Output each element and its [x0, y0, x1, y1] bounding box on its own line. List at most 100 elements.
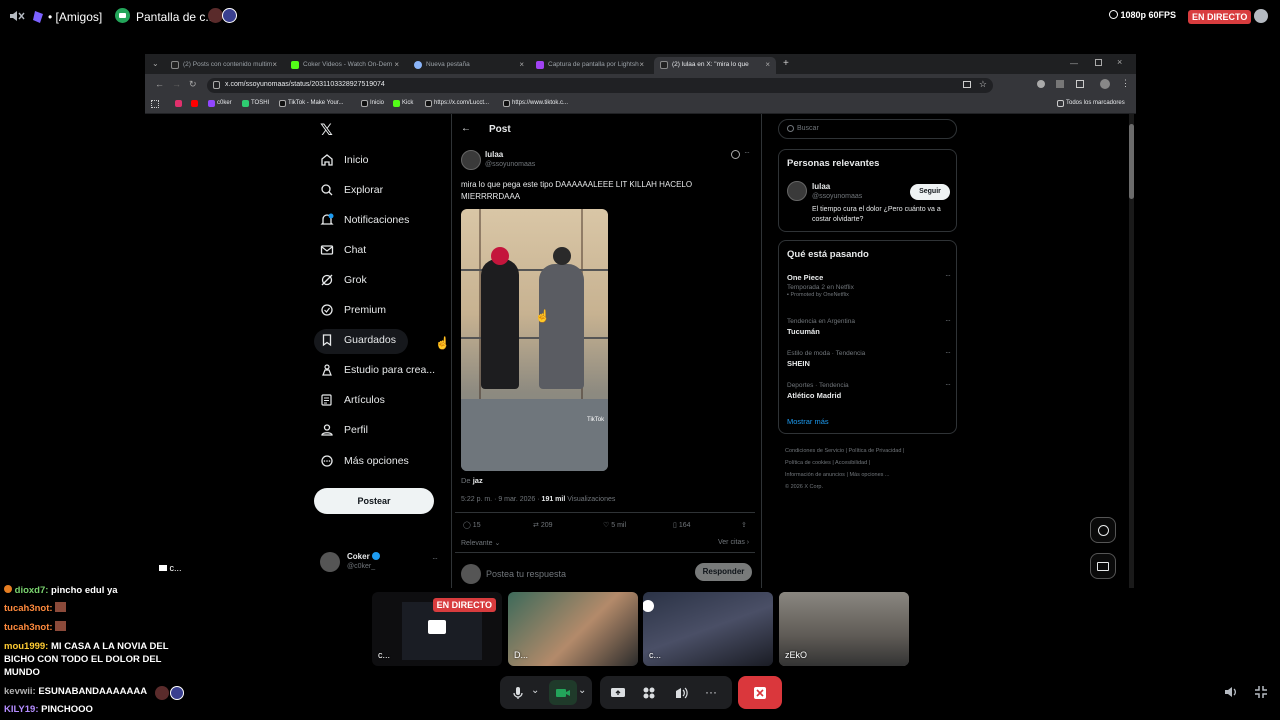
more-icon[interactable]: ···	[945, 271, 951, 280]
search-input[interactable]: Buscar	[778, 119, 957, 139]
close-window-icon[interactable]: ×	[1117, 57, 1122, 67]
like-button[interactable]: ♡ 5 mil	[603, 521, 626, 529]
profile-avatar[interactable]	[1100, 79, 1110, 89]
nav-explore[interactable]: Explorar	[320, 183, 383, 197]
bookmark-item[interactable]: https://www.tiktok.c...	[503, 100, 568, 107]
scrollbar-thumb[interactable]	[1129, 124, 1134, 199]
extension-icon[interactable]	[1037, 80, 1045, 88]
footer-link[interactable]: Política de Privacidad	[849, 448, 902, 454]
scrollbar[interactable]	[1129, 114, 1134, 588]
activities-icon[interactable]	[641, 685, 657, 701]
nav-notifications[interactable]: Notificaciones	[320, 213, 409, 227]
bookmark-item[interactable]: https://x.com/Lucct...	[425, 100, 489, 107]
url-input[interactable]: x.com/ssoyunomaas/status/203110332892751…	[207, 78, 993, 93]
relevant-handle[interactable]: @ssoyunomaas	[812, 193, 862, 200]
channel-name[interactable]: • [Amigos]	[48, 10, 102, 24]
footer-link[interactable]: Accesibilidad	[835, 460, 867, 466]
reply-submit-button[interactable]: Responder	[695, 563, 752, 581]
sort-dropdown[interactable]: Relevante ⌄	[461, 539, 500, 547]
participant-tile[interactable]: ⌄ c...	[643, 592, 773, 666]
reload-icon[interactable]: ↻	[189, 79, 197, 90]
bookmark-item[interactable]: c0ker	[208, 100, 232, 107]
grok-icon[interactable]	[731, 150, 740, 159]
tab-search-icon[interactable]: ⌄	[152, 59, 159, 68]
back-icon[interactable]: ←	[155, 79, 164, 89]
more-icon[interactable]: ···	[744, 148, 750, 157]
participant-tile[interactable]: zEkO	[779, 592, 909, 666]
trend-item[interactable]: Tendencia en Argentina Tucumán ···	[787, 316, 951, 336]
retweet-button[interactable]: ⇄ 209	[533, 521, 553, 529]
close-icon[interactable]: ×	[639, 60, 644, 69]
post-button[interactable]: Postear	[314, 488, 434, 514]
avatar[interactable]	[461, 150, 481, 170]
minimize-icon[interactable]: —	[1070, 59, 1078, 68]
close-icon[interactable]: ×	[765, 60, 770, 69]
relevant-name[interactable]: lulaa	[812, 182, 830, 191]
exit-fullscreen-icon[interactable]	[1254, 685, 1268, 704]
tweet-handle[interactable]: @ssoyunomaas	[485, 161, 535, 168]
more-options-icon[interactable]: ···	[705, 685, 721, 701]
close-icon[interactable]: ×	[519, 60, 524, 69]
trend-item[interactable]: One Piece Temporada 2 en Netflix ▪ Promo…	[787, 271, 951, 298]
chat-bubble-icon[interactable]	[1254, 9, 1268, 23]
camera-button[interactable]	[549, 680, 577, 705]
messages-float-button[interactable]	[1090, 553, 1116, 579]
disconnect-button[interactable]	[738, 676, 782, 709]
stream-title[interactable]: Pantalla de c...	[136, 10, 215, 24]
participant-tile-stream[interactable]: EN DIRECTO c...	[372, 592, 502, 666]
participant-tile[interactable]: D...	[508, 592, 638, 666]
star-icon[interactable]: ☆	[979, 79, 987, 90]
more-icon[interactable]: ···	[945, 380, 951, 389]
browser-tab[interactable]: Coker Videos - Watch On-Dem ×	[285, 57, 405, 74]
browser-tab[interactable]: Captura de pantalla por Lightsh ×	[530, 57, 650, 74]
trend-item[interactable]: Deportes · Tendencia Atlético Madrid ···	[787, 380, 951, 400]
tweet-video[interactable]: TikTok	[461, 209, 608, 471]
close-icon[interactable]: ×	[272, 60, 277, 69]
nav-chat[interactable]: Chat	[320, 243, 366, 257]
bookmark-item[interactable]: TikTok - Make Your...	[279, 100, 343, 107]
nav-bookmarks[interactable]: Guardados	[320, 333, 396, 347]
reply-button[interactable]: ◯ 15	[463, 521, 481, 529]
share-button[interactable]: ⇪	[741, 521, 747, 529]
account-switcher[interactable]: Coker @c0ker_ ···	[320, 550, 444, 576]
install-icon[interactable]	[963, 81, 971, 88]
browser-tab[interactable]: Nueva pestaña ×	[408, 57, 530, 74]
apps-grid-icon[interactable]	[151, 100, 159, 108]
bookmark-item[interactable]: Inicio	[361, 100, 384, 107]
footer-link[interactable]: Condiciones de Servicio	[785, 448, 844, 454]
all-bookmarks-folder[interactable]: Todos los marcadores	[1057, 100, 1125, 107]
bookmark-item[interactable]: TOSHI	[242, 100, 269, 107]
maximize-icon[interactable]	[1095, 59, 1102, 66]
browser-tab-active[interactable]: (2) lulaa en X: "mira lo que ×	[654, 57, 776, 74]
new-tab-button[interactable]: +	[783, 58, 789, 69]
trend-item[interactable]: Estilo de moda · Tendencia SHEIN ···	[787, 348, 951, 368]
nav-grok[interactable]: Grok	[320, 273, 367, 287]
bookmark-button[interactable]: ▯ 164	[673, 521, 691, 529]
nav-articles[interactable]: Artículos	[320, 393, 385, 407]
extensions-puzzle-icon[interactable]	[1076, 80, 1084, 88]
volume-icon[interactable]	[1224, 685, 1238, 704]
more-icon[interactable]: ···	[945, 348, 951, 357]
grok-float-button[interactable]	[1090, 517, 1116, 543]
follow-button[interactable]: Seguir	[910, 184, 950, 200]
reply-input[interactable]: Postea tu respuesta	[486, 569, 566, 579]
footer-link[interactable]: Información de anuncios	[785, 472, 845, 478]
nav-creator-studio[interactable]: Estudio para crea...	[320, 363, 435, 377]
bookmark-item[interactable]: Kick	[393, 100, 413, 107]
nav-home[interactable]: Inicio	[320, 153, 369, 167]
extension-icon[interactable]	[1056, 80, 1064, 88]
speaker-muted-icon[interactable]	[9, 9, 25, 23]
avatar[interactable]	[787, 181, 807, 201]
source-name[interactable]: jaz	[473, 476, 483, 485]
forward-icon[interactable]: →	[172, 79, 181, 89]
show-more-link[interactable]: Mostrar más	[787, 417, 829, 426]
soundboard-icon[interactable]	[673, 685, 689, 701]
menu-kebab-icon[interactable]: ⋮	[1121, 78, 1130, 89]
tweet-author[interactable]: lulaa	[485, 150, 503, 159]
x-logo-icon[interactable]: 𝕏	[320, 120, 333, 139]
view-quotes-link[interactable]: Ver citas ›	[718, 539, 749, 546]
chevron-down-icon[interactable]: ⌄	[578, 685, 594, 701]
footer-link[interactable]: Política de cookies	[785, 460, 831, 466]
nav-profile[interactable]: Perfil	[320, 423, 368, 437]
more-icon[interactable]: ···	[432, 554, 438, 563]
